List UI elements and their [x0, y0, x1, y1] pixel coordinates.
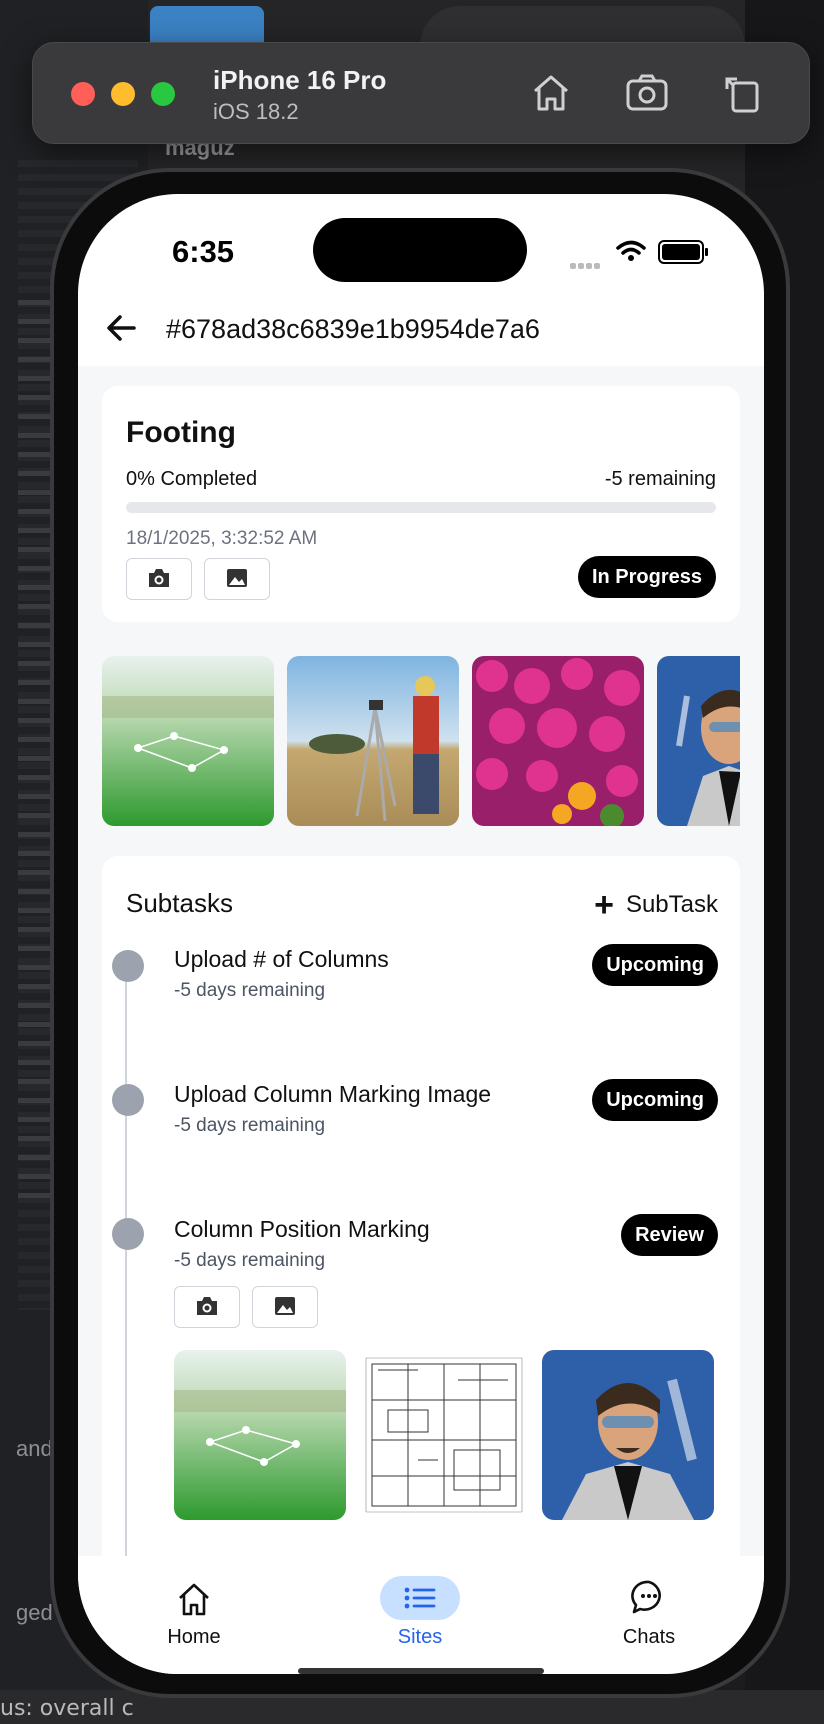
pink-flowers-image[interactable]	[472, 656, 644, 826]
zoom-window-button[interactable]	[151, 82, 175, 106]
home-indicator[interactable]	[298, 1668, 544, 1674]
bottom-tab-bar: Home Sites Chats	[78, 1556, 764, 1674]
simulator-device-name: iPhone 16 Pro	[213, 65, 387, 95]
camera-icon	[197, 1297, 217, 1315]
tab-home[interactable]: Home	[154, 1576, 234, 1649]
completion-text: 0% Completed	[126, 468, 258, 490]
screenshot-icon[interactable]	[623, 69, 671, 117]
image-icon	[227, 569, 247, 587]
background-side-text: and	[16, 1436, 53, 1461]
tab-home-label: Home	[167, 1626, 221, 1648]
subtask-camera-button[interactable]	[174, 1286, 240, 1328]
subtask-name[interactable]: Column Position Marking	[174, 1216, 430, 1243]
floor-plan-image[interactable]	[358, 1350, 530, 1520]
subtask-name[interactable]: Upload # of Columns	[174, 946, 389, 973]
task-date: 18/1/2025, 3:32:52 AM	[126, 528, 318, 549]
status-badge: In Progress	[577, 556, 716, 598]
home-icon[interactable]	[527, 69, 575, 117]
image-gallery[interactable]	[102, 656, 740, 828]
add-subtask-button[interactable]: + SubTask	[594, 886, 718, 925]
task-title: Footing	[126, 416, 236, 449]
camera-button[interactable]	[126, 558, 192, 600]
tab-sites-label: Sites	[397, 1626, 443, 1648]
dynamic-island	[313, 218, 527, 282]
simulator-os-version: iOS 18.2	[213, 99, 299, 124]
tab-chats-label: Chats	[622, 1626, 676, 1648]
desktop-status-text: us: overall c	[0, 1696, 134, 1721]
add-subtask-label: SubTask	[625, 891, 718, 918]
plus-icon: +	[594, 886, 614, 924]
progress-bar	[126, 502, 716, 513]
scroll-content[interactable]: Footing 0% Completed -5 remaining 18/1/2…	[78, 366, 764, 1556]
timeline-node	[112, 1084, 144, 1116]
minimize-window-button[interactable]	[111, 82, 135, 106]
home-icon	[154, 1576, 234, 1620]
gallery-button[interactable]	[204, 558, 270, 600]
page-title: #678ad38c6839e1b9954de7a6	[166, 314, 540, 344]
cellular-signal-icon	[570, 256, 602, 274]
field-with-pins-image[interactable]	[102, 656, 274, 826]
app-header: #678ad38c6839e1b9954de7a6	[78, 292, 764, 362]
timeline-node	[112, 950, 144, 982]
timeline-line	[125, 966, 127, 1556]
subtask-remaining: -5 days remaining	[174, 1115, 326, 1136]
chat-bubble-icon	[609, 1576, 689, 1620]
phone-screen: 6:35 #678ad38c6839e1b9954de7a6 Footing 0…	[78, 194, 764, 1674]
tab-chats[interactable]: Chats	[609, 1576, 689, 1649]
rotate-icon[interactable]	[719, 69, 767, 117]
status-time: 6:35	[172, 234, 235, 269]
subtask-status-badge: Review	[621, 1214, 718, 1256]
remaining-text: -5 remaining	[604, 468, 716, 490]
timeline-node	[112, 1218, 144, 1250]
background-side-text: ged	[16, 1600, 53, 1625]
subtask-status-badge: Upcoming	[592, 1079, 718, 1121]
image-icon	[275, 1297, 295, 1315]
battery-icon	[658, 240, 708, 264]
portrait-image[interactable]	[542, 1350, 714, 1520]
subtask-remaining: -5 days remaining	[174, 980, 326, 1001]
subtask-status-badge: Upcoming	[592, 944, 718, 986]
subtask-remaining: -5 days remaining	[174, 1250, 326, 1271]
folder-icon	[150, 6, 264, 46]
subtasks-title: Subtasks	[126, 888, 233, 918]
portrait-image[interactable]	[657, 656, 740, 826]
subtasks-card: Subtasks + SubTask Upload # of Columns -5…	[102, 856, 740, 1556]
subtask-name[interactable]: Upload Column Marking Image	[174, 1081, 491, 1108]
wifi-icon	[616, 240, 646, 261]
surveyor-image[interactable]	[287, 656, 459, 826]
camera-icon	[149, 569, 169, 587]
close-window-button[interactable]	[71, 82, 95, 106]
back-arrow-icon[interactable]	[104, 310, 140, 346]
list-icon	[380, 1576, 460, 1620]
simulator-title-bar: iPhone 16 Pro iOS 18.2	[32, 42, 810, 144]
field-with-pins-image[interactable]	[174, 1350, 346, 1520]
tab-sites[interactable]: Sites	[380, 1576, 460, 1649]
subtask-gallery-button[interactable]	[252, 1286, 318, 1328]
task-card: Footing 0% Completed -5 remaining 18/1/2…	[102, 386, 740, 622]
